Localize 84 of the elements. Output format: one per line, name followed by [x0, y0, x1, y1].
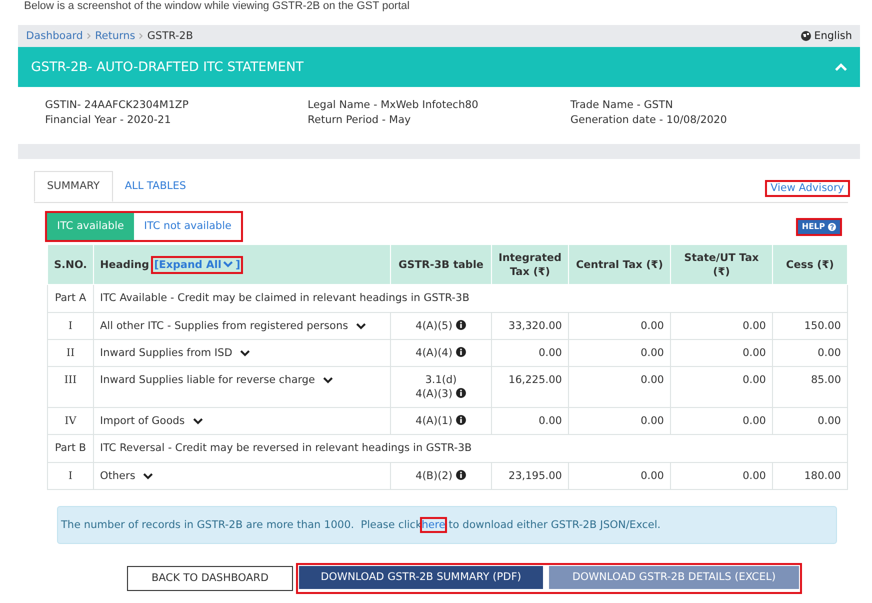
table-cell: 0.00	[568, 462, 670, 490]
table-cell: Part A	[48, 284, 94, 312]
info-text: Trade Name - GSTN	[570, 98, 674, 113]
download-excel-button[interactable]: DOWNLOAD GSTR-2B DETAILS (EXCEL)	[549, 566, 799, 589]
info-text: Legal Name - MxWeb Infotech80	[308, 98, 480, 113]
chevron-down-icon[interactable]	[192, 418, 203, 424]
info-icon	[456, 347, 466, 357]
table-cell: 85.00	[772, 366, 848, 408]
info-text: GSTIN- 24AAFCK2304M1ZP	[45, 98, 190, 113]
row-heading: All other ITC - Supplies from registered persons	[100, 319, 348, 333]
table-cell: 0.00	[492, 408, 568, 434]
expand-all-link[interactable]: [Expand All ]	[153, 258, 242, 272]
table-cell: IV	[48, 408, 94, 434]
here-link[interactable]: here	[422, 518, 446, 530]
table-cell: ITC Reversal - Credit may be reversed in relevant headings in GSTR-3B	[94, 434, 848, 462]
table-cell: 33,320.00	[492, 312, 568, 340]
globe-icon	[801, 31, 812, 41]
separator-icon	[86, 33, 91, 39]
back-button[interactable]: BACK TO DASHBOARD	[127, 566, 293, 591]
table-ref: 4(B)(2)	[416, 470, 452, 482]
table-cell: 150.00	[772, 312, 848, 340]
separator-icon	[139, 33, 144, 39]
table-cell: I	[48, 312, 94, 340]
view-advisory-link[interactable]: View Advisory	[766, 182, 848, 195]
table-cell: 0.00	[568, 312, 670, 340]
table-cell: I	[48, 462, 94, 490]
heading-label: Heading	[100, 258, 150, 272]
table-cell: 0.00	[568, 408, 670, 434]
table-cell: 0.00	[492, 340, 568, 366]
table-cell: III	[48, 366, 94, 408]
column-header: GSTR-3B table	[390, 244, 492, 284]
chevron-down-icon[interactable]	[240, 350, 250, 356]
table-cell: 16,225.00	[492, 366, 568, 408]
chevron-down-icon[interactable]	[356, 322, 366, 330]
table-cell: II	[48, 340, 94, 366]
column-header: Cess (₹)	[772, 244, 848, 284]
row-heading: Others	[100, 469, 136, 483]
chevron-down-icon[interactable]	[143, 472, 154, 480]
breadcrumb-link[interactable]: Returns	[94, 30, 136, 42]
tab[interactable]: SUMMARY	[34, 171, 113, 202]
info-icon	[456, 388, 466, 398]
breadcrumb-link[interactable]: Dashboard	[26, 30, 83, 42]
table-ref: 4(A)(3)	[416, 388, 452, 400]
table-cell: 0.00	[670, 312, 772, 340]
panel-title: GSTR-2B- AUTO-DRAFTED ITC STATEMENT	[31, 60, 304, 74]
table-ref: 4(A)(1)	[416, 415, 452, 427]
column-header: Integrated Tax (₹)	[492, 244, 568, 284]
table-cell: 0.00	[772, 340, 848, 366]
column-header: State/UT Tax (₹)	[670, 244, 772, 284]
chevron-down-icon[interactable]	[323, 376, 334, 384]
table-cell: 180.00	[772, 462, 848, 490]
table-cell: Part B	[48, 434, 94, 462]
caption: Below is a screenshot of the window while viewing GSTR-2B on the GST portal	[24, 0, 410, 13]
info-icon	[456, 415, 466, 425]
info-icon	[456, 470, 466, 480]
row-heading: Inward Supplies from ISD	[100, 346, 232, 360]
row-heading: Import of Goods	[100, 414, 185, 428]
table-cell: ITC Available - Credit may be claimed in relevant headings in GSTR-3B	[94, 284, 848, 312]
table-ref: 3.1(d)	[425, 374, 457, 386]
column-header: Central Tax (₹)	[568, 244, 670, 284]
table-cell: 0.00	[670, 408, 772, 434]
table-cell: 23,195.00	[492, 462, 568, 490]
table-cell: 0.00	[670, 340, 772, 366]
notice-text: The number of records in GSTR-2B are more than 1000. Please click here to download either GSTR-2B JSON/Excel.	[61, 518, 661, 532]
info-text: Generation date - 10/08/2020	[570, 113, 728, 128]
toggle-option[interactable]: ITC available	[47, 213, 134, 240]
info-icon	[456, 320, 466, 330]
row-heading: Inward Supplies liable for reverse charge	[100, 373, 316, 387]
tab[interactable]: ALL TABLES	[112, 171, 198, 202]
table-cell: 0.00	[568, 340, 670, 366]
info-text: Financial Year - 2020-21	[45, 113, 172, 128]
breadcrumb-current: GSTR-2B	[147, 30, 194, 42]
table-cell: 0.00	[670, 366, 772, 408]
table-ref: 4(A)(5)	[416, 320, 452, 332]
help-button[interactable]: HELP	[798, 220, 840, 234]
table-cell: 0.00	[772, 408, 848, 434]
table-cell: 0.00	[670, 462, 772, 490]
table-ref: 4(A)(4)	[416, 347, 452, 359]
info-text: Return Period - May	[308, 113, 412, 128]
download-pdf-button[interactable]: DOWNLOAD GSTR-2B SUMMARY (PDF)	[299, 566, 543, 589]
column-header: S.NO.	[48, 244, 94, 284]
table-cell: 0.00	[568, 366, 670, 408]
language-link[interactable]: English	[814, 30, 852, 42]
help-icon	[828, 222, 836, 230]
